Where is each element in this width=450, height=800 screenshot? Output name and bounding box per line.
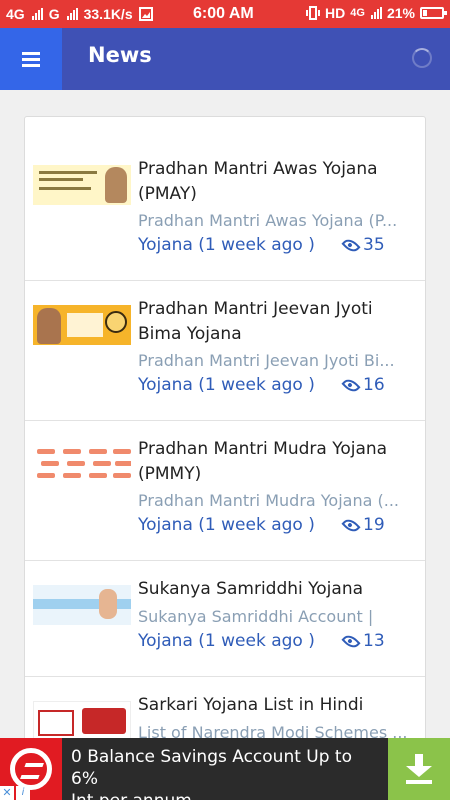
eye-icon [341, 235, 361, 255]
news-category: Yojana [138, 375, 193, 395]
hd-indicator: HD [325, 5, 346, 21]
ad-line-1: 0 Balance Savings Account Up to 6% [71, 747, 352, 789]
news-thumbnail [33, 585, 131, 625]
news-title: Pradhan Mantri Awas Yojana (PMAY) [138, 159, 378, 204]
news-title: Pradhan Mantri Jeevan Jyoti Bima Yojana [138, 299, 373, 344]
clock: 6:00 AM [193, 5, 254, 22]
news-subtitle: Pradhan Mantri Mudra Yojana (... [138, 491, 399, 510]
network-speed: 33.1K/s [83, 6, 133, 22]
news-subtitle: Sukanya Samriddhi Account | [138, 607, 374, 626]
eye-icon [341, 515, 361, 535]
news-item[interactable]: Pradhan Mantri Jeevan Jyoti Bima Yojana … [25, 281, 425, 421]
ad-info-icon[interactable]: i [16, 786, 30, 800]
image-notification-icon [138, 7, 153, 21]
news-meta: Yojana (1 week ago ) 35 [138, 235, 418, 255]
ad-line-2: Int per annum [71, 790, 381, 800]
news-category: Yojana [138, 631, 193, 651]
ad-close-icon[interactable]: ✕ [0, 786, 14, 800]
eye-icon [341, 631, 361, 651]
news-thumbnail [33, 165, 131, 205]
news-item[interactable]: Pradhan Mantri Awas Yojana (PMAY) Pradha… [25, 117, 425, 281]
page-title: News [88, 43, 152, 67]
eye-icon [341, 375, 361, 395]
news-time: (1 week ago ) [198, 235, 315, 255]
news-meta: Yojana (1 week ago ) 19 [138, 515, 418, 535]
battery-percent: 21% [386, 5, 415, 21]
news-thumbnail [33, 305, 131, 345]
menu-icon[interactable] [0, 28, 62, 90]
news-title: Sukanya Samriddhi Yojana [138, 579, 364, 599]
news-meta: Yojana (1 week ago ) 13 [138, 631, 418, 651]
news-item[interactable]: Pradhan Mantri Mudra Yojana (PMMY) Pradh… [25, 421, 425, 561]
view-count: 19 [363, 515, 385, 535]
news-thumbnail [33, 445, 131, 485]
news-time: (1 week ago ) [198, 515, 315, 535]
network-type-2: G [48, 6, 60, 22]
download-icon [406, 754, 432, 784]
news-title: Pradhan Mantri Mudra Yojana (PMMY) [138, 439, 388, 484]
vibrate-icon [306, 6, 321, 20]
ad-banner[interactable]: 0 Balance Savings Account Up to 6% Int p… [0, 738, 450, 800]
news-subtitle: Pradhan Mantri Jeevan Jyoti Bi... [138, 351, 395, 370]
status-bar: 4G G 33.1K/s 6:00 AM HD 4G 21% [0, 0, 450, 28]
news-title: Sarkari Yojana List in Hindi [138, 695, 364, 715]
network-type-1: 4G [6, 6, 25, 22]
view-count: 35 [363, 235, 385, 255]
download-button[interactable] [388, 738, 450, 800]
view-count: 16 [363, 375, 385, 395]
loading-spinner-icon [412, 48, 432, 68]
signal-icon [66, 8, 78, 20]
signal-icon [31, 8, 43, 20]
news-category: Yojana [138, 515, 193, 535]
news-category: Yojana [138, 235, 193, 255]
app-bar: News [0, 28, 450, 90]
news-subtitle: Pradhan Mantri Awas Yojana (P... [138, 211, 398, 230]
signal-icon [370, 7, 382, 19]
battery-icon [420, 7, 447, 19]
news-time: (1 week ago ) [198, 375, 315, 395]
news-thumbnail [33, 701, 131, 741]
view-count: 13 [363, 631, 385, 651]
network-type-3: 4G [350, 7, 365, 19]
news-meta: Yojana (1 week ago ) 16 [138, 375, 418, 395]
news-list: Pradhan Mantri Awas Yojana (PMAY) Pradha… [24, 116, 426, 756]
news-time: (1 week ago ) [198, 631, 315, 651]
ad-text: 0 Balance Savings Account Up to 6% Int p… [71, 746, 381, 800]
news-item[interactable]: Sukanya Samriddhi Yojana Sukanya Samridd… [25, 561, 425, 677]
